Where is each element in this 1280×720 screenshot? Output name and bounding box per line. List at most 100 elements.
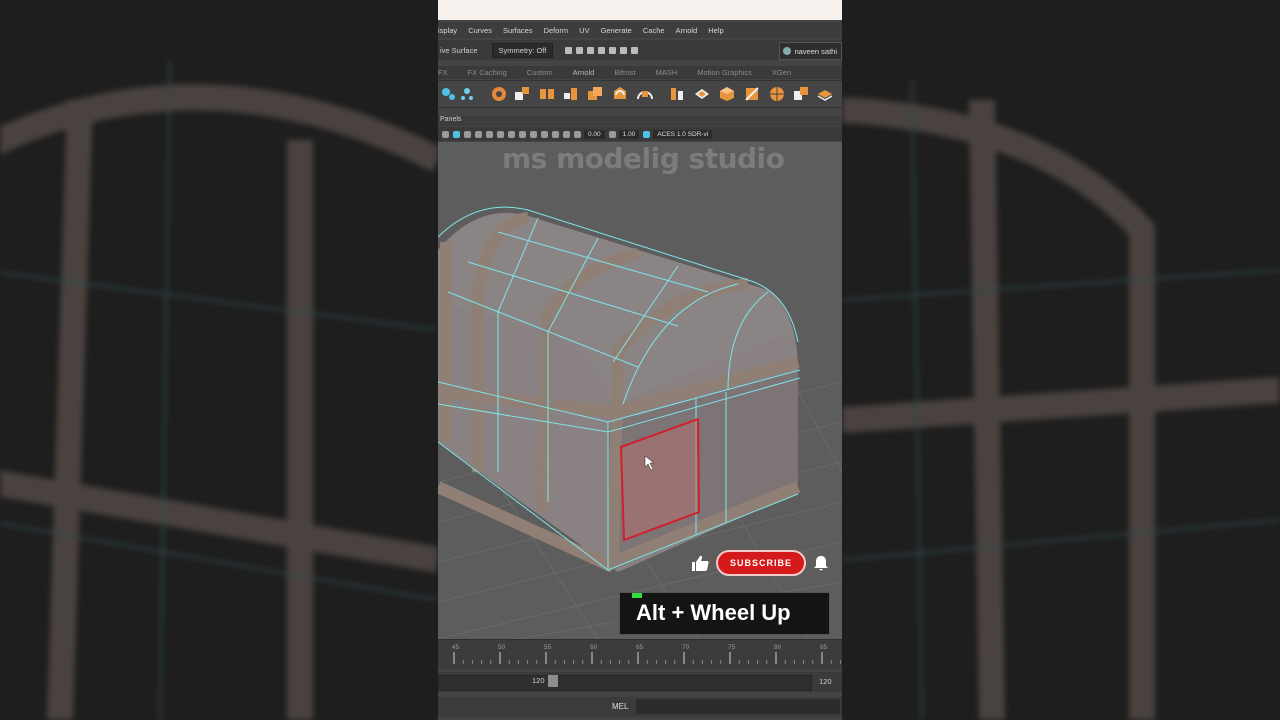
user-name: naveen sathi [794,46,837,56]
maya-window: isplay Curves Surfaces Deform UV Generat… [438,0,842,720]
range-bar[interactable] [438,675,812,691]
tab-custom[interactable]: Custom [527,68,553,77]
pause-icon[interactable] [631,46,639,54]
render-settings-icon[interactable] [587,46,595,54]
cube-icon[interactable] [718,85,736,103]
resolution-gate-icon[interactable] [541,130,548,138]
caption-accent [632,593,642,598]
status-line: ive Surface Symmetry: Off naveen sathi [438,40,842,60]
tab-xgen[interactable]: XGen [772,68,791,77]
menu-display[interactable]: isplay [438,26,457,35]
lights-icon[interactable] [486,130,493,138]
combine-icon[interactable] [668,85,686,103]
tab-mash[interactable]: MASH [656,68,678,77]
timeline-tick-label: 50 [498,644,506,651]
command-input[interactable] [636,699,840,714]
timeline-tick-label: 65 [636,644,644,651]
timeline-tick-label: 80 [774,644,782,651]
textured-icon[interactable] [475,130,482,138]
range-end-value[interactable]: 120 [819,677,832,686]
keystroke-caption: Alt + Wheel Up [619,592,830,635]
watermark-text: ms modelig studio [502,142,785,175]
panels-menu[interactable]: Panels [438,116,842,126]
render-icons [565,46,639,54]
menu-surfaces[interactable]: Surfaces [503,26,533,35]
smooth-icon[interactable] [816,85,834,103]
menu-help[interactable]: Help [708,26,723,35]
thumbs-up-icon[interactable] [690,554,710,572]
viewport-toolbar: 0.00 1.00 ACES 1.0 SDR-vi [438,127,842,141]
arnold-render-view-icon[interactable] [490,85,508,103]
command-language-label[interactable]: MEL [612,702,628,711]
blurred-background-right [842,0,1280,720]
chest-model[interactable] [438,206,801,573]
tab-fx-caching[interactable]: FX Caching [468,68,507,77]
gamma-field[interactable]: 1.00 [618,129,640,139]
main-menubar: isplay Curves Surfaces Deform UV Generat… [438,22,842,38]
render-icon[interactable] [565,46,573,54]
time-slider[interactable]: 45 50 55 60 65 70 75 80 85 [438,639,842,670]
arnold-lights-icon[interactable] [458,85,476,103]
grid-toggle-icon[interactable] [530,130,537,138]
hypershade-icon[interactable] [598,46,606,54]
user-avatar-icon [783,47,792,55]
gamma-icon[interactable] [608,130,616,138]
subscribe-overlay: SUBSCRIBE [690,550,830,576]
timeline-tick-label: 55 [544,644,552,651]
separate-icon[interactable] [693,85,711,103]
snap-tool-icon[interactable] [440,85,458,103]
isolate-icon[interactable] [519,130,526,138]
tab-bifrost[interactable]: Bifrost [614,68,635,77]
range-start-value: 120 [532,676,545,685]
timeline-tick-label: 70 [682,644,690,651]
extrude-icon[interactable] [538,85,556,103]
exposure-icon[interactable] [574,130,581,138]
menu-deform[interactable]: Deform [544,26,569,35]
boolean-icon[interactable] [586,85,604,103]
camera-icon[interactable] [442,130,449,138]
exposure-field[interactable]: 0.00 [584,129,605,139]
menu-arnold[interactable]: Arnold [676,26,698,35]
tab-fx[interactable]: FX [438,68,448,77]
top-strip [438,0,842,20]
user-account-button[interactable]: naveen sathi [779,42,842,60]
live-surface-button[interactable]: ive Surface [440,46,478,55]
safe-frame-icon[interactable] [563,130,570,138]
film-gate-icon[interactable] [552,130,559,138]
symmetry-dropdown[interactable]: Symmetry: Off [491,42,554,58]
xray-icon[interactable] [508,130,515,138]
bevel-icon[interactable] [611,85,629,103]
command-line: MEL [438,697,842,717]
subscribe-button[interactable]: SUBSCRIBE [716,550,807,576]
timeline-ruler: 45 50 55 60 65 70 75 80 85 [452,644,841,664]
smooth-shade-icon[interactable] [464,130,471,138]
multi-cut-icon[interactable] [743,85,761,103]
menu-curves[interactable]: Curves [468,26,492,35]
play-icon[interactable] [620,46,628,54]
shelf-tabs: FX FX Caching Custom Arnold Bifrost MASH… [438,66,842,79]
timeline-tick-label: 45 [452,644,460,651]
arnold-render-icon[interactable] [609,46,617,54]
menu-generate[interactable]: Generate [601,26,632,35]
shadows-icon[interactable] [497,130,504,138]
bell-icon[interactable] [812,554,830,572]
timeline-tick-label: 75 [728,644,736,651]
tab-arnold[interactable]: Arnold [573,68,595,77]
3d-viewport[interactable]: ms modelig studio SUBSCRIBE Alt + Wheel … [438,142,842,639]
wireframe-icon[interactable] [453,130,460,138]
grid-cubes-icon[interactable] [562,85,580,103]
cube-split-icon[interactable] [513,85,531,103]
mirror-icon[interactable] [792,85,810,103]
bridge-icon[interactable] [636,85,654,103]
timeline-tick-label: 60 [590,644,598,651]
menu-uv[interactable]: UV [579,26,589,35]
blurred-background-left [0,0,438,720]
menu-cache[interactable]: Cache [643,26,665,35]
caption-text: Alt + Wheel Up [636,600,791,625]
ipr-icon[interactable] [576,46,584,54]
sphere-grid-icon[interactable] [768,85,786,103]
tab-motion-graphics[interactable]: Motion Graphics [697,68,752,77]
color-space-dropdown[interactable]: ACES 1.0 SDR-vi [653,129,713,139]
range-handle[interactable] [548,675,558,687]
color-management-icon[interactable] [643,130,651,138]
